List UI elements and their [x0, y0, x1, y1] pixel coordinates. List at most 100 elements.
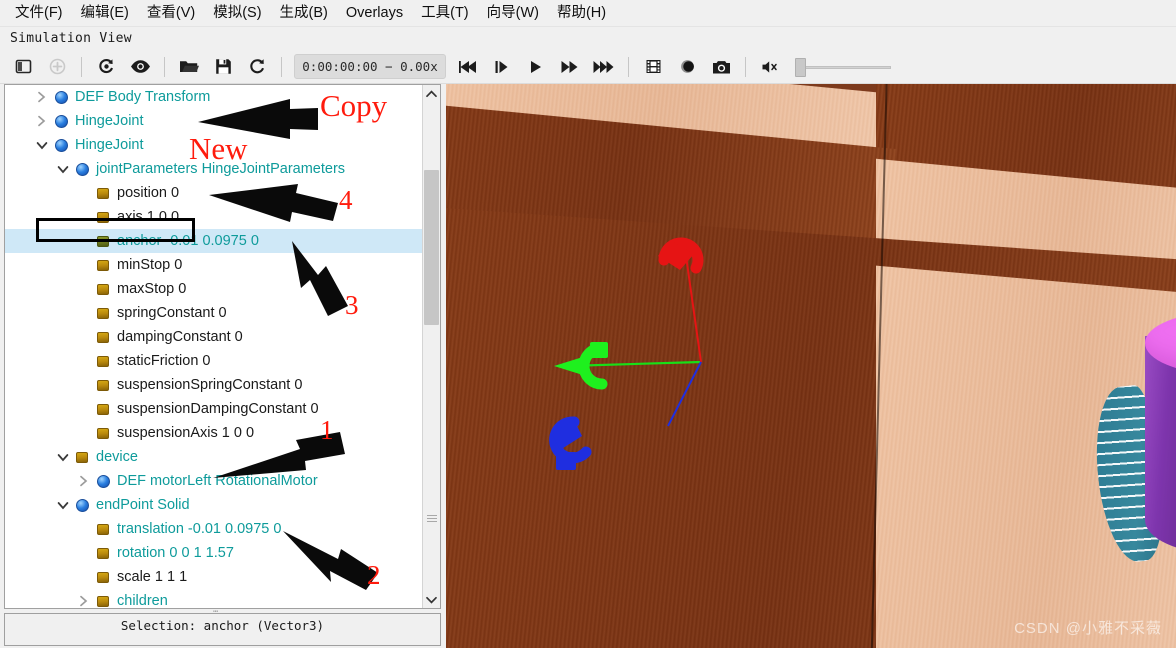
menu-wizards[interactable]: 向导(W)	[478, 2, 548, 25]
tree-field-suspensionaxis[interactable]: suspensionAxis 1 0 0	[5, 421, 423, 445]
status-bar-label: Selection: anchor (Vector3)	[121, 618, 324, 633]
tree-field-minstop[interactable]: minStop 0	[5, 253, 423, 277]
tree-row-label: suspensionAxis 1 0 0	[114, 425, 254, 441]
tree-node-def-body-transform[interactable]: DEF Body Transform	[5, 85, 423, 109]
tree-row-label: suspensionSpringConstant 0	[114, 377, 302, 393]
tree-field-rotation[interactable]: rotation 0 0 1 1.57	[5, 541, 423, 565]
field-cube-icon	[92, 301, 114, 325]
simulation-time-field[interactable]: 0:00:00:00 − 0.00x	[294, 54, 446, 79]
panel-resize-grip[interactable]: ⋯	[213, 607, 227, 612]
tree-row-label: DEF motorLeft RotationalMotor	[114, 473, 318, 489]
chevron-right-icon[interactable]	[75, 469, 92, 493]
gizmo-y-handle-cap[interactable]	[590, 342, 608, 358]
rewind-icon[interactable]	[451, 52, 485, 82]
chevron-right-icon[interactable]	[33, 85, 50, 109]
toolbar-separator-1	[81, 57, 82, 77]
movie-icon[interactable]	[636, 52, 670, 82]
chevron-down-icon[interactable]	[54, 157, 71, 181]
menu-view[interactable]: 查看(V)	[138, 2, 204, 25]
chevron-down-icon[interactable]	[33, 133, 50, 157]
field-cube-icon	[92, 565, 114, 589]
save-world-icon[interactable]	[206, 52, 240, 82]
tree-field-position[interactable]: position 0	[5, 181, 423, 205]
tree-field-axis[interactable]: axis 1 0 0	[5, 205, 423, 229]
volume-slider-track	[795, 66, 891, 69]
scene-tree-list[interactable]: DEF Body TransformHingeJointHingeJointjo…	[5, 85, 423, 608]
step-icon[interactable]	[485, 52, 519, 82]
tree-field-dampingconstant[interactable]: dampingConstant 0	[5, 325, 423, 349]
chevron-down-icon[interactable]	[54, 493, 71, 517]
tree-row-label: HingeJoint	[72, 137, 144, 153]
scrollbar-down-arrow-icon[interactable]	[423, 591, 440, 608]
tree-row-label: springConstant 0	[114, 305, 227, 321]
menu-tools[interactable]: 工具(T)	[412, 2, 478, 25]
tree-row-label: position 0	[114, 185, 179, 201]
tree-field-device[interactable]: device	[5, 445, 423, 469]
gizmo-z-axis-line	[668, 362, 701, 426]
chevron-down-icon[interactable]	[54, 445, 71, 469]
twisty-spacer	[75, 517, 92, 541]
tree-row-label: scale 1 1 1	[114, 569, 187, 585]
node-sphere-icon	[50, 85, 72, 109]
fast-forward-icon[interactable]	[553, 52, 587, 82]
field-cube-icon	[92, 421, 114, 445]
tree-field-scale[interactable]: scale 1 1 1	[5, 565, 423, 589]
tree-row-label: children	[114, 593, 168, 608]
tree-field-children[interactable]: children	[5, 589, 423, 608]
field-cube-icon	[92, 229, 114, 253]
twisty-spacer	[75, 205, 92, 229]
record-icon[interactable]	[670, 52, 704, 82]
reload-world-icon[interactable]	[89, 52, 123, 82]
tree-field-maxstop[interactable]: maxStop 0	[5, 277, 423, 301]
menu-file[interactable]: 文件(F)	[6, 2, 72, 25]
open-world-icon[interactable]	[172, 52, 206, 82]
tree-row-label: minStop 0	[114, 257, 182, 273]
tree-field-anchor[interactable]: anchor -0.01 0.0975 0	[5, 229, 423, 253]
run-fast-icon[interactable]	[587, 52, 621, 82]
tree-field-springconstant[interactable]: springConstant 0	[5, 301, 423, 325]
simulation-viewport-3d[interactable]: CSDN @小雅不采薇	[446, 84, 1176, 648]
add-node-icon[interactable]	[40, 52, 74, 82]
field-cube-icon	[92, 397, 114, 421]
volume-slider-thumb[interactable]	[795, 58, 806, 77]
twisty-spacer	[75, 397, 92, 421]
menu-edit[interactable]: 编辑(E)	[72, 2, 138, 25]
volume-slider[interactable]	[795, 56, 891, 78]
scrollbar-thumb[interactable]	[424, 170, 439, 325]
eye-icon[interactable]	[123, 52, 157, 82]
tree-node-jointparameters[interactable]: jointParameters HingeJointParameters	[5, 157, 423, 181]
scene-tree-scrollbar[interactable]	[422, 85, 440, 608]
tree-field-staticfriction[interactable]: staticFriction 0	[5, 349, 423, 373]
tree-node-hingejoint-new[interactable]: HingeJoint	[5, 133, 423, 157]
scene-tree-panel[interactable]: DEF Body TransformHingeJointHingeJointjo…	[4, 84, 441, 609]
tree-row-label: dampingConstant 0	[114, 329, 243, 345]
node-sphere-icon	[71, 157, 93, 181]
tree-node-hingejoint-copy[interactable]: HingeJoint	[5, 109, 423, 133]
menu-simulation[interactable]: 模拟(S)	[204, 2, 270, 25]
twisty-spacer	[75, 421, 92, 445]
tree-field-translation[interactable]: translation -0.01 0.0975 0	[5, 517, 423, 541]
chevron-right-icon[interactable]	[75, 589, 92, 608]
toggle-panel-icon[interactable]	[6, 52, 40, 82]
tree-node-def-motorleft[interactable]: DEF motorLeft RotationalMotor	[5, 469, 423, 493]
node-sphere-icon	[71, 493, 93, 517]
menu-build[interactable]: 生成(B)	[271, 2, 337, 25]
tree-field-suspensionspringconstant[interactable]: suspensionSpringConstant 0	[5, 373, 423, 397]
tree-row-label: axis 1 0 0	[114, 209, 179, 225]
twisty-spacer	[75, 349, 92, 373]
tree-field-suspensiondampingconstant[interactable]: suspensionDampingConstant 0	[5, 397, 423, 421]
scrollbar-up-arrow-icon[interactable]	[423, 85, 440, 102]
webots-window: 文件(F) 编辑(E) 查看(V) 模拟(S) 生成(B) Overlays 工…	[0, 0, 1176, 648]
screenshot-icon[interactable]	[704, 52, 738, 82]
gizmo-z-handle-cap[interactable]	[556, 452, 576, 470]
menu-help[interactable]: 帮助(H)	[548, 2, 615, 25]
menu-overlays[interactable]: Overlays	[337, 2, 412, 25]
tree-row-label: anchor -0.01 0.0975 0	[114, 233, 259, 249]
mute-icon[interactable]	[753, 52, 787, 82]
play-icon[interactable]	[519, 52, 553, 82]
manipulator-gizmo[interactable]	[446, 84, 1176, 648]
toolbar: 0:00:00:00 − 0.00x	[0, 50, 1176, 84]
chevron-right-icon[interactable]	[33, 109, 50, 133]
tree-node-endpoint-solid[interactable]: endPoint Solid	[5, 493, 423, 517]
reset-simulation-icon[interactable]	[240, 52, 274, 82]
